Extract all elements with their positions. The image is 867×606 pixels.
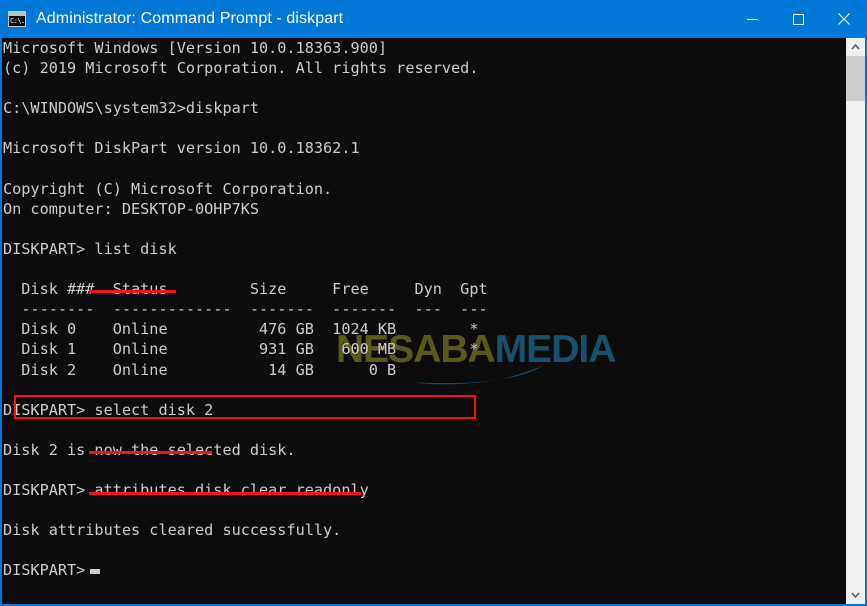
terminal-line: Copyright (C) Microsoft Corporation. (3, 179, 333, 198)
command-prompt-window: C:\. Administrator: Command Prompt - dis… (0, 0, 867, 606)
terminal-line: C:\WINDOWS\system32>diskpart (3, 99, 260, 118)
window-controls (729, 0, 867, 38)
annotation-underline-select-disk (89, 451, 212, 454)
maximize-icon (792, 13, 804, 25)
terminal-output-area[interactable]: NESABAMEDIA Microsoft Windows [Version 1… (0, 38, 846, 606)
window-title: Administrator: Command Prompt - diskpart (36, 10, 344, 27)
annotation-underline-attributes (89, 492, 361, 495)
terminal-line: Microsoft DiskPart version 10.0.18362.1 (3, 139, 360, 158)
watermark-part-two: MEDIA (494, 328, 617, 371)
terminal-line-command: DISKPART> list disk (3, 239, 177, 258)
close-button[interactable] (821, 0, 867, 38)
terminal-line-message: Disk 2 is now the selected disk. (3, 440, 296, 459)
annotation-box-disk-2 (14, 395, 476, 419)
command-prompt-icon: C:\. (8, 11, 26, 27)
annotation-underline-list-disk (89, 290, 176, 293)
terminal-line: Microsoft Windows [Version 10.0.18363.90… (3, 39, 388, 57)
terminal-cursor (90, 569, 100, 574)
window-border-left (0, 38, 2, 606)
chevron-up-icon (851, 44, 860, 50)
disk-table-separator: -------- ------------- ------- ------- -… (3, 300, 488, 319)
disk-table-row: Disk 0 Online 476 GB 1024 KB * (3, 320, 479, 339)
terminal-line-command: DISKPART> attributes disk clear readonly (3, 481, 369, 500)
command-prompt-icon-glyph: C:\. (10, 17, 25, 25)
title-bar[interactable]: C:\. Administrator: Command Prompt - dis… (0, 0, 867, 38)
scroll-up-button[interactable] (846, 38, 865, 56)
close-icon (838, 13, 850, 25)
terminal-line: (c) 2019 Microsoft Corporation. All righ… (3, 59, 479, 78)
disk-table-header: Disk ### Status Size Free Dyn Gpt (3, 280, 488, 299)
scrollbar-thumb[interactable] (846, 56, 865, 101)
terminal-line-prompt: DISKPART> (3, 561, 95, 580)
minimize-button[interactable] (729, 0, 775, 38)
terminal-line: On computer: DESKTOP-0OHP7KS (3, 199, 260, 218)
terminal-lines: Microsoft Windows [Version 10.0.18363.90… (3, 38, 488, 581)
maximize-button[interactable] (775, 0, 821, 38)
chevron-down-icon (851, 592, 860, 598)
disk-table-row: Disk 1 Online 931 GB 600 MB * (3, 340, 479, 359)
terminal-line-message: Disk attributes cleared successfully. (3, 521, 342, 540)
vertical-scrollbar[interactable] (846, 38, 865, 604)
disk-table-row-highlighted: Disk 2 Online 14 GB 0 B (3, 360, 397, 379)
scroll-down-button[interactable] (846, 586, 865, 604)
minimize-icon (746, 18, 758, 20)
